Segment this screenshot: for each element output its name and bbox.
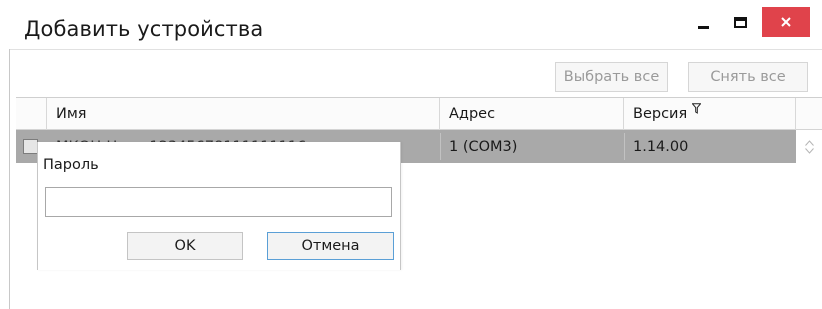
scroll-down-icon[interactable] [804, 147, 814, 154]
grid-header: Имя Адрес Версия [16, 97, 822, 130]
minimize-icon [697, 25, 709, 29]
grid-vertical-scrollbar[interactable] [796, 130, 822, 163]
row-checkbox[interactable] [23, 139, 38, 154]
window-left-border [9, 49, 10, 309]
cell-address: 1 (COM3) [449, 138, 518, 155]
scroll-up-icon[interactable] [804, 139, 814, 146]
column-header-version[interactable]: Версия [624, 98, 796, 130]
maximize-icon [733, 16, 747, 28]
title-separator [9, 49, 822, 50]
minimize-button[interactable] [686, 7, 720, 37]
filter-icon[interactable] [691, 102, 702, 118]
header-checkbox-column[interactable] [16, 98, 47, 130]
window-title: Добавить устройства [24, 17, 264, 41]
column-header-address-label: Адрес [449, 106, 496, 122]
select-all-button[interactable]: Выбрать все [555, 62, 668, 92]
cancel-button[interactable]: Отмена [267, 232, 394, 260]
password-label: Пароль [43, 157, 99, 173]
clear-all-button[interactable]: Снять все [688, 62, 808, 92]
password-input[interactable] [45, 187, 392, 217]
close-icon [781, 17, 791, 27]
column-header-name[interactable]: Имя [47, 98, 440, 130]
column-header-address[interactable]: Адрес [440, 98, 624, 130]
header-filler [796, 98, 822, 130]
maximize-button[interactable] [723, 7, 757, 37]
ok-button[interactable]: OK [127, 232, 243, 260]
cell-version: 1.14.00 [633, 138, 689, 155]
add-devices-window: Добавить устройства Выбрать все Снять вс… [0, 0, 822, 309]
column-header-name-label: Имя [56, 106, 87, 122]
password-dialog: Пароль OK Отмена [37, 142, 401, 270]
close-button[interactable] [762, 7, 810, 37]
column-header-version-label: Версия [633, 106, 688, 122]
